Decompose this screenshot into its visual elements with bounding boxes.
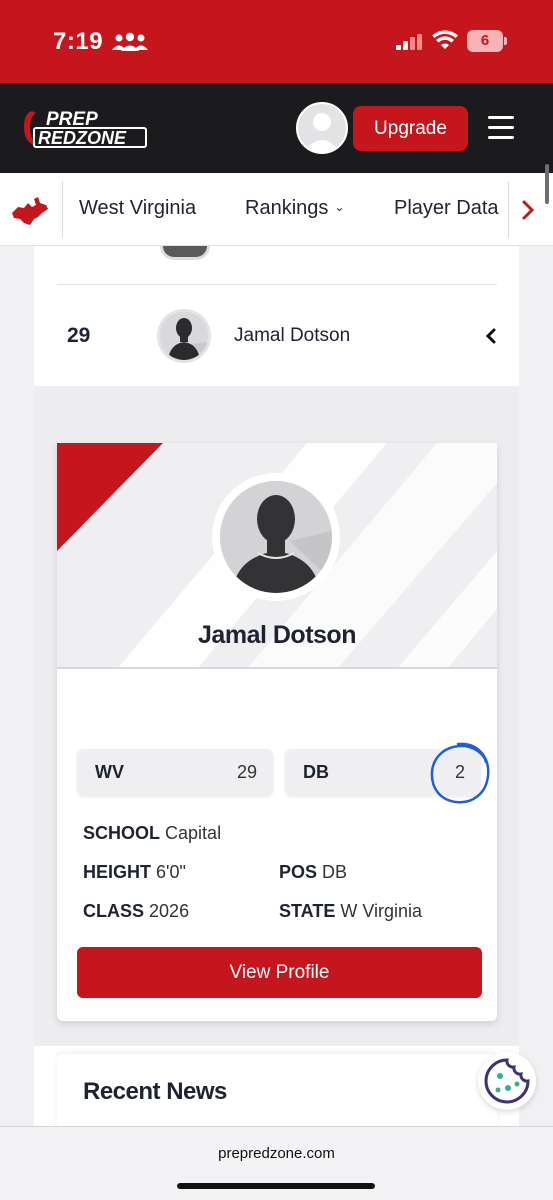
player-name: Jamal Dotson <box>198 621 356 649</box>
battery-level: 6 <box>467 30 503 52</box>
card-corner-accent <box>57 443 163 551</box>
west-virginia-map-icon[interactable] <box>10 195 50 227</box>
menu-icon[interactable] <box>488 116 516 140</box>
svg-text:REDZONE: REDZONE <box>38 128 127 148</box>
wifi-icon <box>432 30 458 49</box>
info-class: CLASS 2026 <box>83 901 190 921</box>
stat-value: 29 <box>236 762 257 782</box>
scrollbar[interactable] <box>545 164 549 204</box>
cookie-settings-button[interactable] <box>478 1052 536 1110</box>
info-state: STATE W Virginia <box>279 901 423 921</box>
people-icon <box>112 32 148 51</box>
ranking-row-player-name[interactable]: Jamal Dotson <box>234 325 350 347</box>
nav-scroll-right-button[interactable] <box>508 181 544 238</box>
state-rank-stat: WV 29 <box>77 749 273 795</box>
info-height: HEIGHT 6'0" <box>83 862 186 882</box>
status-bar: 7:19 6 <box>0 0 553 83</box>
signal-icon <box>396 34 422 50</box>
chevron-left-icon[interactable] <box>484 326 498 346</box>
nav-rankings-label: Rankings <box>245 197 329 219</box>
player-photo <box>212 473 340 601</box>
browser-bottom-bar: prepredzone.com <box>0 1126 553 1200</box>
battery-icon: 6 <box>467 30 507 52</box>
avatar-icon[interactable] <box>296 102 348 154</box>
status-time: 7:19 <box>53 28 104 55</box>
nav-player-data[interactable]: Player Data <box>394 197 506 220</box>
svg-text:PREP: PREP <box>46 109 98 130</box>
card-banner: Jamal Dotson <box>57 443 497 669</box>
stat-label: DB <box>303 762 329 782</box>
nav-west-virginia[interactable]: West Virginia <box>79 197 196 220</box>
view-profile-button[interactable]: View Profile <box>77 947 482 998</box>
prep-redzone-logo[interactable]: PREP REDZONE <box>22 105 150 153</box>
cookie-icon <box>484 1058 530 1104</box>
info-school: SCHOOL Capital <box>83 823 222 843</box>
chevron-down-icon: ⌄ <box>334 200 345 214</box>
player-card: Jamal Dotson WV 29 DB 2 SCHOOL Capital H… <box>57 443 497 1021</box>
url-text[interactable]: prepredzone.com <box>0 1145 553 1162</box>
nav-bar: West Virginia Rankings ⌄ Player Data <box>0 173 553 246</box>
player-avatar-icon[interactable] <box>157 309 211 363</box>
upgrade-button[interactable]: Upgrade <box>353 106 468 151</box>
recent-news-title: Recent News <box>83 1078 227 1105</box>
hand-drawn-circle-annotation <box>430 742 490 804</box>
recent-news-card: Recent News <box>57 1054 497 1134</box>
site-header: PREP REDZONE <box>0 83 553 173</box>
info-position: POS DB <box>279 862 348 882</box>
previous-row-avatar <box>160 246 210 260</box>
stat-label: WV <box>95 762 124 782</box>
nav-rankings[interactable]: Rankings ⌄ <box>245 197 344 220</box>
chevron-right-icon <box>522 200 535 220</box>
home-indicator[interactable] <box>177 1183 375 1189</box>
rank-number: 29 <box>67 324 91 347</box>
